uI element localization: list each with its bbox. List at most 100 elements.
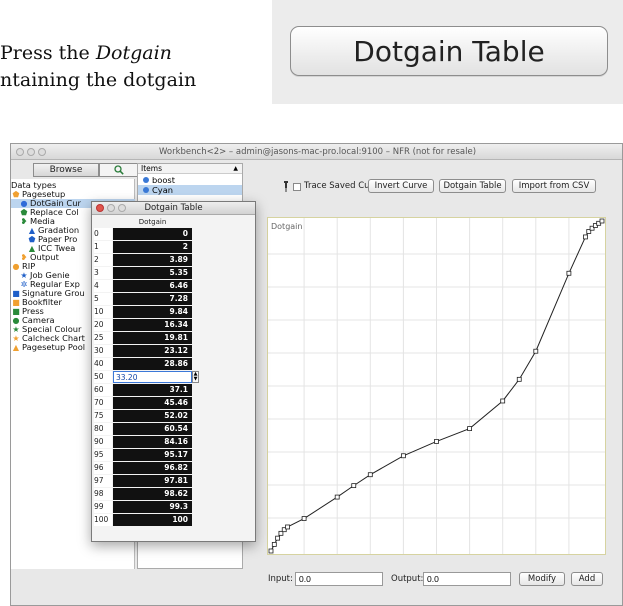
dotgain-row-value[interactable]: 99.3 bbox=[113, 501, 192, 513]
curve-control-point bbox=[351, 483, 357, 489]
minimize-window-icon[interactable] bbox=[27, 148, 35, 156]
dotgain-row-key: 95 bbox=[94, 449, 112, 461]
curve-control-point bbox=[566, 270, 572, 276]
dotgain-row-value[interactable]: 9.84 bbox=[113, 306, 192, 318]
dotgain-table-row[interactable]: 3 5.35 bbox=[92, 267, 255, 279]
dotgain-row-value[interactable]: 3.89 bbox=[113, 254, 192, 266]
dotgain-row-value[interactable]: 0 bbox=[113, 228, 192, 240]
input-field[interactable] bbox=[295, 572, 383, 586]
minimize-window-icon[interactable] bbox=[107, 204, 115, 212]
dotgain-table-row[interactable]: 00 bbox=[92, 228, 255, 240]
curve-control-point bbox=[533, 348, 539, 354]
items-list-item[interactable]: boost bbox=[138, 175, 242, 185]
dotgain-row-value[interactable]: 100 bbox=[113, 514, 192, 526]
dotgain-table-row[interactable]: 99 99.3 bbox=[92, 501, 255, 513]
dotgain-table-row[interactable]: 96 96.82 bbox=[92, 462, 255, 474]
dotgain-row-value[interactable]: 23.12 bbox=[113, 345, 192, 357]
dotgain-row-value[interactable]: 7.28 bbox=[113, 293, 192, 305]
sidebar-item[interactable]: ⬟ Pagesetup bbox=[11, 190, 135, 199]
star-icon: ★ bbox=[12, 334, 20, 343]
tab-browse[interactable]: Browse bbox=[33, 163, 99, 177]
sidebar-item-label: ICC Twea bbox=[38, 244, 76, 253]
dotgain-table-row[interactable]: 2 3.89 bbox=[92, 254, 255, 266]
dotgain-row-value[interactable]: 37.1 bbox=[113, 384, 192, 396]
dotgain-table-row[interactable]: 25 19.81 bbox=[92, 332, 255, 344]
pin-icon bbox=[283, 181, 289, 195]
dotgain-row-value[interactable]: 97.81 bbox=[113, 475, 192, 487]
zoom-window-icon[interactable] bbox=[38, 148, 46, 156]
curve-control-point bbox=[367, 472, 373, 478]
document-line-1-prefix: Press the bbox=[0, 42, 96, 64]
dotgain-row-value[interactable]: 98.62 bbox=[113, 488, 192, 500]
output-field[interactable] bbox=[423, 572, 511, 586]
dotgain-row-value[interactable]: 5.35 bbox=[113, 267, 192, 279]
dotgain-row-value[interactable]: 52.02 bbox=[113, 410, 192, 422]
curve-control-point bbox=[583, 234, 588, 240]
dotgain-table-row[interactable]: 4 6.46 bbox=[92, 280, 255, 292]
dotgain-row-value[interactable]: 28.86 bbox=[113, 358, 192, 370]
dotgain-table-button[interactable]: Dotgain Table bbox=[439, 179, 506, 193]
dotgain-table-row[interactable]: 75 52.02 bbox=[92, 410, 255, 422]
sidebar-item-label: Paper Pro bbox=[38, 235, 78, 244]
callout-dotgain-table-button[interactable]: Dotgain Table bbox=[290, 26, 608, 76]
sort-ascending-icon[interactable]: ▲ bbox=[233, 164, 238, 174]
close-window-icon[interactable] bbox=[16, 148, 24, 156]
dotgain-table-row[interactable]: 5 7.28 bbox=[92, 293, 255, 305]
dotgain-table-row[interactable]: 30 23.12 bbox=[92, 345, 255, 357]
zoom-window-icon[interactable] bbox=[118, 204, 126, 212]
dotgain-table-row[interactable]: 97 97.81 bbox=[92, 475, 255, 487]
sparkle-icon: ✲ bbox=[20, 280, 28, 289]
dotgain-table-row[interactable]: 90 84.16 bbox=[92, 436, 255, 448]
dotgain-table-row[interactable]: 100 100 bbox=[92, 514, 255, 526]
dotgain-table-row[interactable]: 50 33.20 ▲ ▼ bbox=[92, 371, 255, 383]
curve-control-point bbox=[275, 535, 281, 541]
dotgain-row-value[interactable]: 2 bbox=[113, 241, 192, 253]
dotgain-table-row[interactable]: 10 9.84 bbox=[92, 306, 255, 318]
dotgain-row-value[interactable]: 60.54 bbox=[113, 423, 192, 435]
invert-curve-button[interactable]: Invert Curve bbox=[368, 179, 434, 193]
pentagon-icon: ⬟ bbox=[20, 208, 28, 217]
dotgain-row-key: 96 bbox=[94, 462, 112, 474]
import-from-csv-button[interactable]: Import from CSV bbox=[512, 179, 596, 193]
leaf-icon: ❥ bbox=[20, 253, 28, 262]
dotgain-value-editor[interactable]: 33.20 bbox=[113, 371, 192, 383]
value-stepper[interactable]: ▲ ▼ bbox=[192, 371, 199, 383]
dotgain-row-value[interactable]: 95.17 bbox=[113, 449, 192, 461]
tab-search[interactable] bbox=[99, 163, 139, 177]
window-title: Workbench<2> – admin@jasons-mac-pro.loca… bbox=[158, 147, 477, 157]
curve-control-point bbox=[467, 426, 473, 431]
items-list-item[interactable]: Cyan bbox=[138, 185, 242, 195]
dotgain-row-value[interactable]: 19.81 bbox=[113, 332, 192, 344]
dotgain-table-row[interactable]: 40 28.86 bbox=[92, 358, 255, 370]
sidebar-item-label: Press bbox=[22, 307, 44, 316]
circle-icon: ● bbox=[12, 262, 20, 271]
dotgain-row-value[interactable]: 6.46 bbox=[113, 280, 192, 292]
dotgain-row-value[interactable]: 84.16 bbox=[113, 436, 192, 448]
curve-control-point bbox=[268, 548, 274, 554]
dotgain-row-key: 30 bbox=[94, 345, 112, 357]
dotgain-table-row[interactable]: 12 bbox=[92, 241, 255, 253]
close-window-icon[interactable] bbox=[96, 204, 104, 212]
trace-saved-curve-checkbox[interactable] bbox=[293, 183, 301, 191]
document-text: Press the Dotgain ntaining the dotgain bbox=[0, 40, 250, 94]
dotgain-table-row[interactable]: 95 95.17 bbox=[92, 449, 255, 461]
dotgain-table-row[interactable]: 70 45.46 bbox=[92, 397, 255, 409]
modify-button[interactable]: Modify bbox=[519, 572, 565, 586]
sidebar-item-label: Calcheck Chart bbox=[22, 334, 85, 343]
window-titlebar: Workbench<2> – admin@jasons-mac-pro.loca… bbox=[11, 144, 622, 160]
dotgain-curve-graph[interactable] bbox=[267, 217, 606, 555]
dotgain-row-value[interactable]: 45.46 bbox=[113, 397, 192, 409]
dotgain-table-row[interactable]: 20 16.34 bbox=[92, 319, 255, 331]
dotgain-table-row[interactable]: 60 37.1 bbox=[92, 384, 255, 396]
dotgain-table-titlebar: Dotgain Table bbox=[92, 202, 255, 215]
dotgain-row-key: 5 bbox=[94, 293, 112, 305]
dotgain-table-row[interactable]: 80 60.54 bbox=[92, 423, 255, 435]
dotgain-row-value[interactable]: 16.34 bbox=[113, 319, 192, 331]
dotgain-row-value[interactable]: 96.82 bbox=[113, 462, 192, 474]
items-list-label: Cyan bbox=[152, 185, 174, 195]
add-button[interactable]: Add bbox=[571, 572, 603, 586]
curve-control-point bbox=[516, 376, 522, 382]
sidebar-item-label: Regular Exp bbox=[30, 280, 80, 289]
dotgain-table-row[interactable]: 98 98.62 bbox=[92, 488, 255, 500]
sidebar-item-label: RIP bbox=[22, 262, 36, 271]
